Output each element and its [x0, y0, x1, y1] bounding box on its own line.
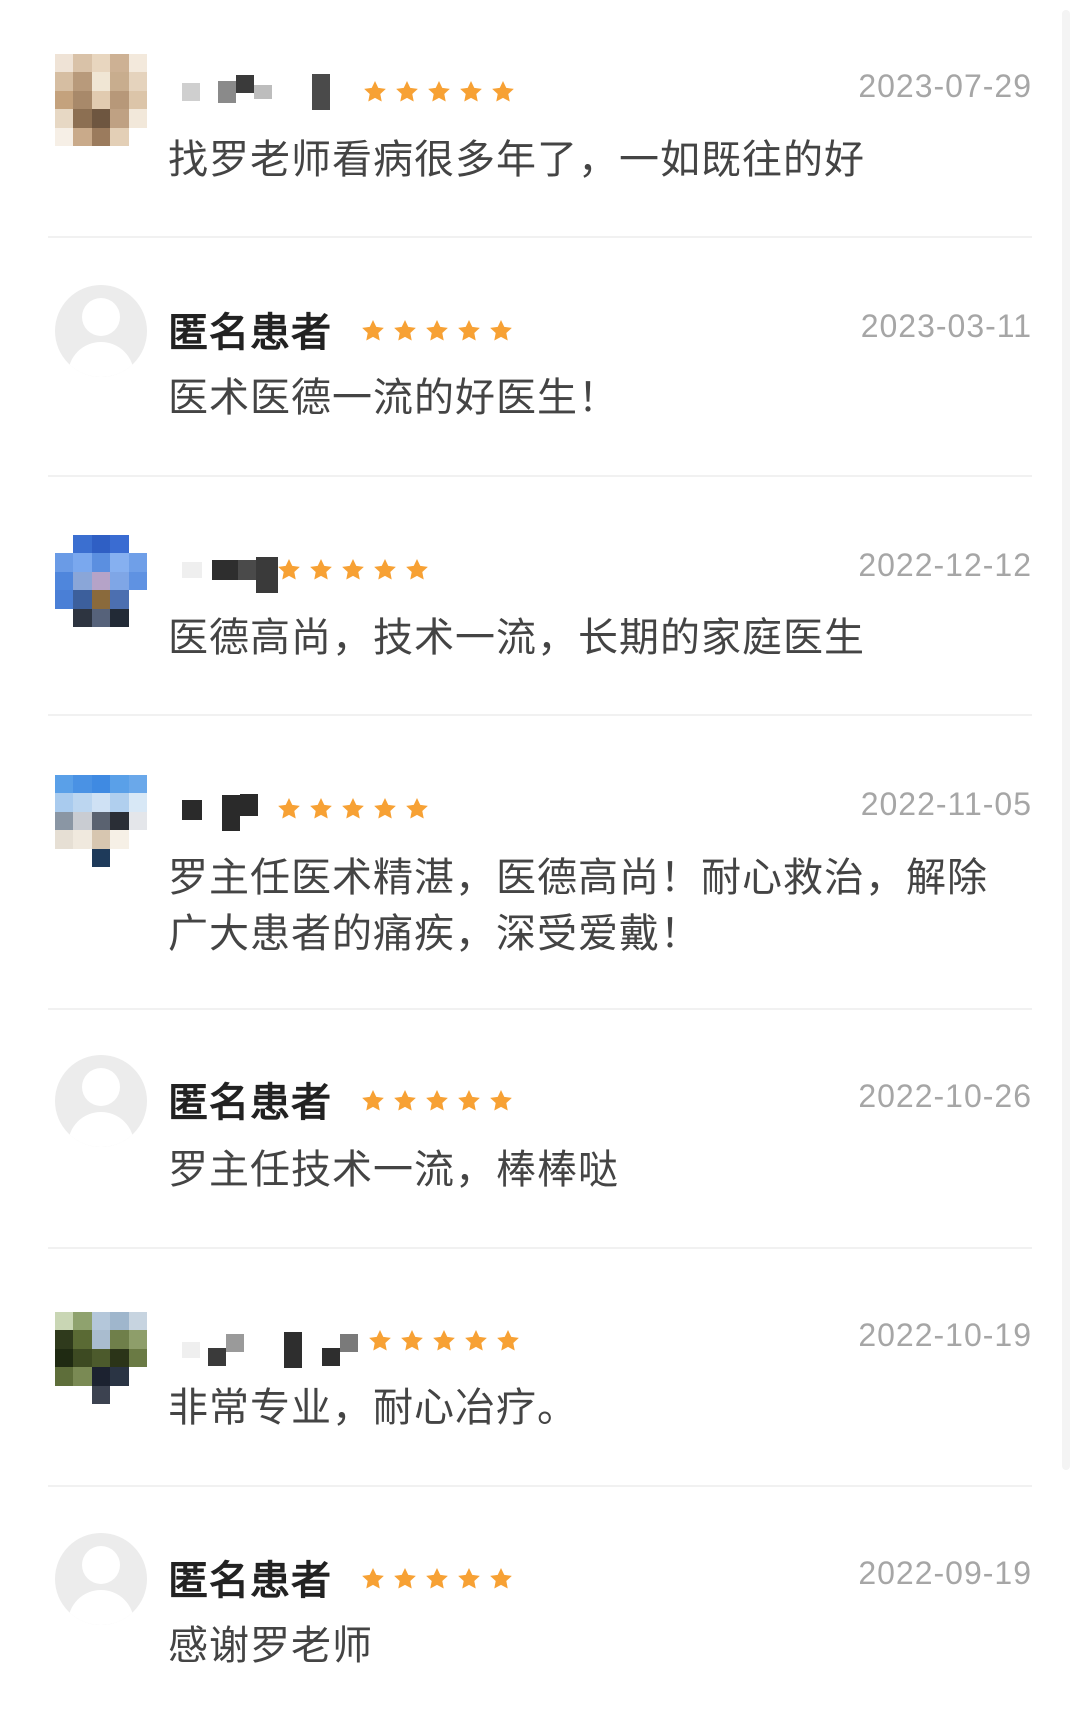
star-icon: [396, 80, 418, 102]
scrollbar[interactable]: [1062, 10, 1070, 1470]
star-icon: [492, 80, 514, 102]
star-icon: [458, 1567, 480, 1589]
star-icon: [374, 558, 396, 580]
rating-stars: [360, 318, 514, 344]
user-avatar[interactable]: [55, 775, 147, 867]
default-avatar-icon[interactable]: [55, 1055, 147, 1147]
username: 匿名患者: [168, 1558, 332, 1604]
star-icon: [465, 1329, 487, 1351]
default-avatar-icon[interactable]: [55, 285, 147, 377]
masked-username: [182, 1330, 358, 1370]
star-icon: [426, 319, 448, 341]
star-icon: [362, 1567, 384, 1589]
user-avatar[interactable]: [55, 1312, 147, 1404]
star-icon: [401, 1329, 423, 1351]
review-date: 2023-03-11: [860, 308, 1032, 344]
user-avatar[interactable]: [55, 535, 147, 627]
star-icon: [497, 1329, 519, 1351]
review-date: 2022-11-05: [860, 786, 1032, 822]
star-icon: [362, 1089, 384, 1111]
review-text: 罗主任技术一流，棒棒哒: [168, 1147, 619, 1193]
star-icon: [369, 1329, 391, 1351]
masked-username: [182, 550, 278, 593]
star-icon: [310, 797, 332, 819]
rating-stars: [360, 1566, 514, 1592]
star-icon: [406, 558, 428, 580]
star-icon: [428, 80, 450, 102]
star-icon: [374, 797, 396, 819]
default-avatar-icon[interactable]: [55, 1533, 147, 1625]
masked-username: [182, 72, 330, 112]
rating-stars: [276, 557, 430, 583]
star-icon: [426, 1089, 448, 1111]
review-date: 2022-10-19: [858, 1317, 1032, 1353]
user-avatar[interactable]: [55, 54, 147, 146]
star-icon: [278, 797, 300, 819]
masked-username: [182, 790, 258, 831]
rating-stars: [362, 79, 516, 105]
star-icon: [394, 319, 416, 341]
review-date: 2022-09-19: [858, 1555, 1032, 1591]
divider: [48, 1485, 1032, 1487]
star-icon: [394, 1567, 416, 1589]
star-icon: [426, 1567, 448, 1589]
review-text: 医术医德一流的好医生！: [168, 375, 619, 421]
star-icon: [490, 1567, 512, 1589]
review-text: 非常专业，耐心冶疗。: [168, 1385, 578, 1431]
divider: [48, 236, 1032, 238]
review-date: 2022-10-26: [858, 1078, 1032, 1114]
star-icon: [278, 558, 300, 580]
divider: [48, 1008, 1032, 1010]
rating-stars: [367, 1328, 521, 1354]
star-icon: [394, 1089, 416, 1111]
star-icon: [362, 319, 384, 341]
star-icon: [490, 319, 512, 341]
star-icon: [310, 558, 332, 580]
review-text: 医德高尚，技术一流，长期的家庭医生: [168, 615, 865, 661]
rating-stars: [360, 1088, 514, 1114]
divider: [48, 714, 1032, 716]
review-text: 感谢罗老师: [168, 1623, 373, 1669]
review-date: 2022-12-12: [858, 547, 1032, 583]
star-icon: [490, 1089, 512, 1111]
star-icon: [406, 797, 428, 819]
star-icon: [460, 80, 482, 102]
username: 匿名患者: [168, 1080, 332, 1126]
star-icon: [458, 1089, 480, 1111]
rating-stars: [276, 796, 430, 822]
star-icon: [458, 319, 480, 341]
star-icon: [342, 558, 364, 580]
star-icon: [342, 797, 364, 819]
review-date: 2023-07-29: [858, 68, 1032, 104]
review-text: 找罗老师看病很多年了，一如既往的好: [168, 137, 865, 183]
review-text: 罗主任医术精湛，医德高尚！耐心救治，解除广大患者的痛疾，深受爱戴！: [168, 855, 988, 957]
divider: [48, 475, 1032, 477]
username: 匿名患者: [168, 310, 332, 356]
divider: [48, 1247, 1032, 1249]
star-icon: [364, 80, 386, 102]
star-icon: [433, 1329, 455, 1351]
